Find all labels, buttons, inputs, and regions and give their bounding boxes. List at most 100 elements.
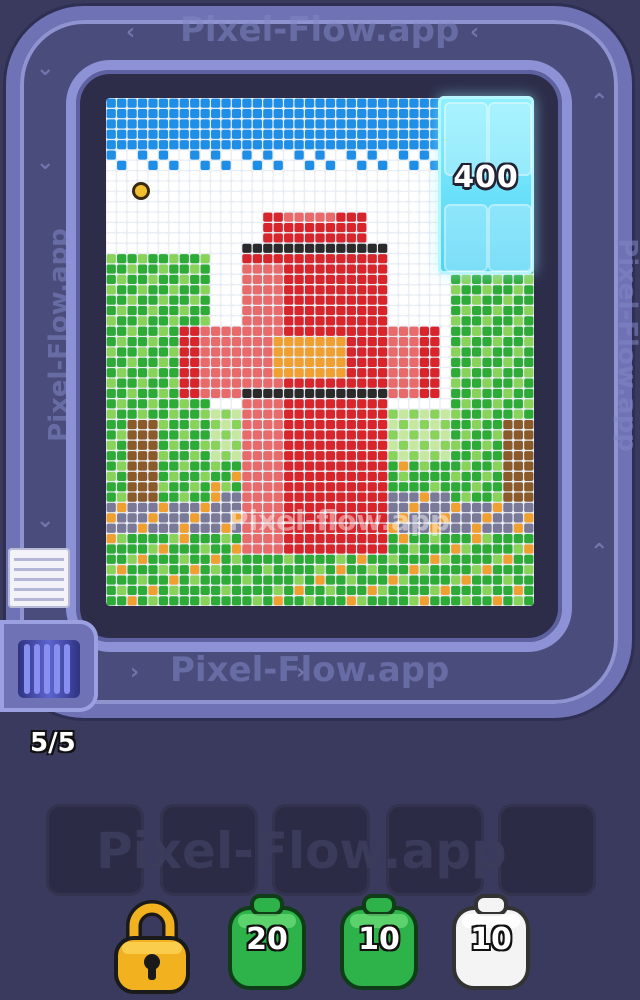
pixel-cell	[398, 243, 409, 253]
shooter-green-10[interactable]: 10	[338, 894, 420, 994]
pixel-cell	[378, 150, 388, 160]
pixel-cell	[451, 388, 461, 399]
pixel-cell	[451, 285, 461, 295]
pixel-cell	[242, 544, 252, 554]
pixel-cell	[513, 482, 523, 492]
pixel-cell	[148, 129, 158, 139]
pixel-cell	[210, 285, 221, 295]
pixel-cell	[461, 274, 471, 285]
track-watermark-right: Pixel-Flow.app	[611, 238, 640, 452]
pixel-cell	[378, 181, 388, 191]
pixel-cell	[357, 202, 367, 212]
pixel-cell	[284, 223, 294, 233]
pixel-cell	[388, 305, 398, 316]
pixel-cell	[252, 223, 262, 233]
pixel-cell	[117, 305, 127, 316]
pixel-cell	[179, 513, 189, 523]
pixel-cell	[117, 399, 127, 409]
pixel-cell	[346, 575, 356, 585]
pixel-cell	[325, 337, 336, 347]
pixel-cell	[273, 388, 283, 399]
pixel-cell	[158, 492, 169, 502]
pixel-cell	[336, 492, 346, 502]
pixel-cell	[106, 108, 116, 119]
pixel-cell	[231, 596, 242, 606]
pixel-cell	[304, 326, 315, 336]
pixel-cell	[158, 461, 169, 471]
pixel-cell	[524, 285, 534, 295]
pixel-cell	[440, 347, 450, 357]
pixel-cell	[357, 295, 367, 305]
pixel-cell	[461, 440, 471, 450]
pixel-cell	[461, 565, 471, 575]
pixel-cell	[294, 337, 304, 347]
pixel-cell	[231, 337, 242, 347]
pixel-cell	[357, 150, 367, 160]
pixel-cell	[419, 596, 430, 606]
pixel-cell	[524, 430, 534, 440]
pixel-cell	[451, 347, 461, 357]
pixel-cell	[367, 337, 377, 347]
pixel-cell	[419, 461, 430, 471]
pixel-cell	[524, 544, 534, 554]
pixel-cell	[304, 212, 315, 222]
pixel-cell	[117, 129, 127, 139]
pixel-cell	[117, 337, 127, 347]
pixel-cell	[471, 523, 482, 533]
pixel-cell	[357, 347, 367, 357]
pixel-cell	[325, 295, 336, 305]
pixel-cell	[117, 461, 127, 471]
pixel-cell	[252, 160, 262, 170]
pixel-cell	[367, 326, 377, 336]
pixel-cell	[127, 202, 137, 212]
pixel-cell	[367, 160, 377, 170]
pixel-cell	[388, 451, 398, 461]
pixel-cell	[221, 388, 231, 399]
pixel-cell	[221, 108, 231, 119]
pixel-cell	[357, 233, 367, 243]
pixel-cell	[430, 440, 440, 450]
pixel-cell	[148, 305, 158, 316]
pixel-cell	[461, 523, 471, 533]
pixel-cell	[200, 430, 210, 440]
pixel-cell	[357, 565, 367, 575]
pixel-cell	[513, 534, 523, 544]
pixel-cell	[304, 305, 315, 316]
pixel-cell	[252, 119, 262, 129]
pixel-cell	[451, 274, 461, 285]
pixel-cell	[513, 274, 523, 285]
pixel-cell	[451, 399, 461, 409]
pixel-cell	[492, 534, 503, 544]
pixel-cell	[440, 368, 450, 378]
pixel-cell	[378, 285, 388, 295]
pixel-cell	[503, 565, 513, 575]
pixel-cell	[117, 223, 127, 233]
pixel-cell	[325, 471, 336, 481]
pixel-cell	[200, 388, 210, 399]
shooter-green-20[interactable]: 20	[226, 894, 308, 994]
pixel-cell	[388, 108, 398, 119]
shooter-white-10[interactable]: 10	[450, 894, 532, 994]
pixel-cell	[148, 492, 158, 502]
pixel-cell	[158, 181, 169, 191]
pixel-cell	[419, 388, 430, 399]
pixel-cell	[430, 295, 440, 305]
pixel-cell	[137, 502, 148, 513]
locked-shooter[interactable]	[112, 896, 192, 996]
empty-slot[interactable]	[498, 804, 596, 896]
pixel-cell	[210, 223, 221, 233]
pixel-cell	[190, 274, 200, 285]
pixel-cell	[106, 523, 116, 533]
pixel-cell	[357, 264, 367, 274]
pixel-cell	[231, 575, 242, 585]
pixel-cell	[346, 554, 356, 564]
pixel-cell	[367, 202, 377, 212]
pixel-cell	[200, 565, 210, 575]
pixel-cell	[461, 295, 471, 305]
pixel-cell	[503, 575, 513, 585]
pixel-cell	[148, 295, 158, 305]
pixel-cell	[190, 399, 200, 409]
pixel-cell	[325, 419, 336, 430]
pixel-cell	[346, 243, 356, 253]
pixel-cell	[304, 357, 315, 367]
